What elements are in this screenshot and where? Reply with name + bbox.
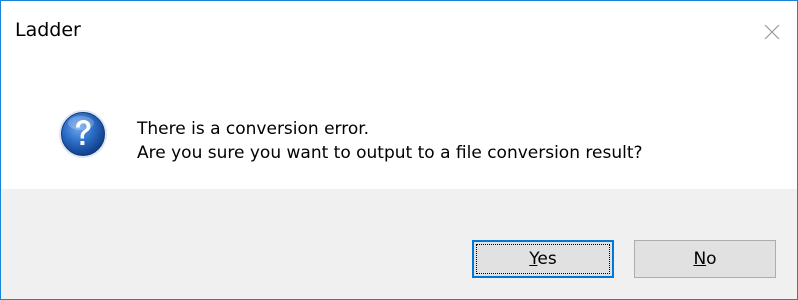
close-icon: [764, 24, 780, 40]
yes-button[interactable]: Yes: [472, 240, 614, 278]
question-icon: [59, 110, 107, 158]
yes-button-label: Yes: [529, 249, 556, 269]
message-line-2: Are you sure you want to output to a fil…: [137, 143, 643, 163]
no-mnemonic: N: [693, 249, 707, 269]
window-title: Ladder: [15, 19, 81, 41]
message-line-1: There is a conversion error.: [137, 119, 370, 139]
button-bar: Yes No: [1, 189, 797, 299]
message-text: There is a conversion error. Are you sur…: [137, 117, 643, 165]
yes-label-rest: es: [537, 249, 557, 269]
close-button[interactable]: [747, 1, 797, 63]
title-bar[interactable]: Ladder: [1, 1, 797, 63]
message-dialog: Ladder There is a conversion error. Are …: [0, 0, 798, 300]
message-area: There is a conversion error. Are you sur…: [1, 63, 797, 189]
no-button-label: No: [693, 249, 716, 269]
no-label-rest: o: [706, 249, 717, 269]
no-button[interactable]: No: [634, 240, 776, 278]
